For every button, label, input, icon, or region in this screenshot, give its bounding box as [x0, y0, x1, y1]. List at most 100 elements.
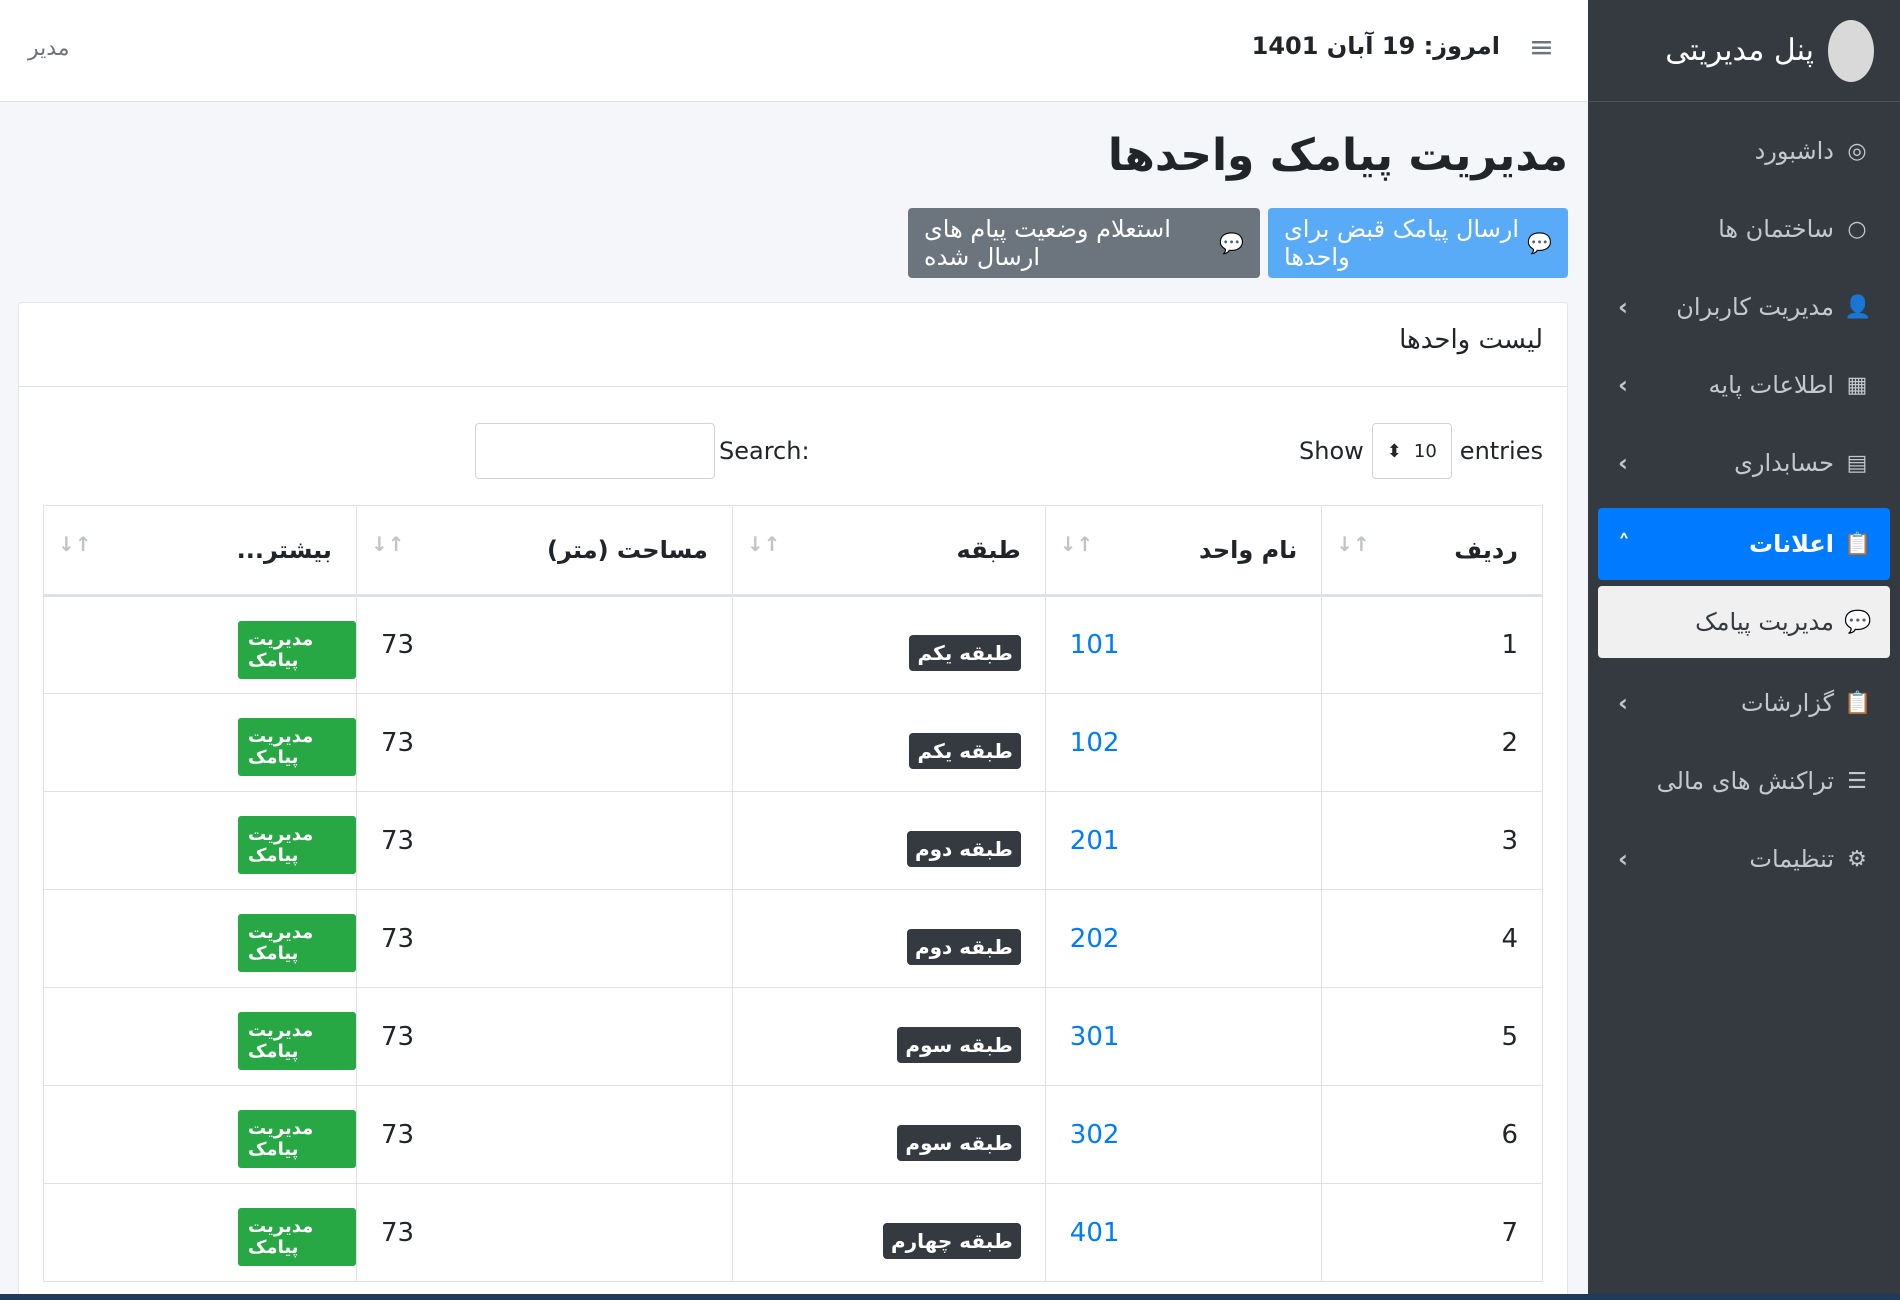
- search-label: Search:: [719, 437, 810, 465]
- area-cell: 73: [355, 1183, 733, 1282]
- unit-name-cell: 202: [1044, 889, 1323, 988]
- sort-icon: ↑↓: [746, 532, 781, 556]
- search-control: Search:: [475, 423, 810, 479]
- floor-badge: طبقه چهارم: [882, 1222, 1021, 1259]
- card-title: لیست واحدها: [1399, 325, 1543, 355]
- entries-value: 10: [1413, 440, 1437, 462]
- area-cell: 73: [355, 889, 733, 988]
- chevron-left-icon: ‹: [1618, 449, 1628, 477]
- sidebar-item-buildings[interactable]: ساختمان ها ○: [1588, 190, 1900, 268]
- user-icon: 👤: [1844, 294, 1872, 320]
- unit-link[interactable]: 101: [1070, 630, 1120, 660]
- table-row: 4 202 طبقه دوم 73 مدیریت پیامک: [43, 889, 1543, 988]
- unit-link[interactable]: 401: [1070, 1218, 1120, 1248]
- column-header-unit-name[interactable]: نام واحد ↑↓: [1044, 505, 1323, 597]
- header-label: طبقه: [956, 536, 1021, 564]
- sort-icon: ↑↓: [1059, 532, 1094, 556]
- unit-link[interactable]: 301: [1070, 1022, 1120, 1052]
- units-table: ردیف ↑↓ نام واحد ↑↓ طبقه ↑↓ مساحت (متر) ↑↓ ب…: [43, 505, 1543, 1282]
- send-bill-sms-button[interactable]: ارسال پیامک قبض برای واحدها 💬: [1268, 208, 1568, 278]
- table-row: 5 301 طبقه سوم 73 مدیریت پیامک: [43, 987, 1543, 1086]
- manage-sms-button[interactable]: مدیریت پیامک: [238, 1208, 356, 1266]
- entries-select[interactable]: ⬍ 10: [1371, 423, 1452, 479]
- sidebar-item-notifications[interactable]: ˄ اعلانات 📋: [1598, 508, 1890, 580]
- floor-cell: طبقه سوم: [731, 1085, 1046, 1184]
- table-row: 7 401 طبقه چهارم 73 مدیریت پیامک: [43, 1183, 1543, 1282]
- floor-cell: طبقه یکم: [731, 693, 1046, 792]
- more-cell: مدیریت پیامک: [43, 987, 357, 1086]
- row-number: 5: [1321, 987, 1543, 1086]
- column-header-area[interactable]: مساحت (متر) ↑↓: [355, 505, 733, 597]
- search-input[interactable]: [475, 423, 715, 479]
- area-cell: 73: [355, 791, 733, 890]
- page-title: مدیریت پیامک واحدها: [1107, 130, 1568, 181]
- floor-cell: طبقه سوم: [731, 987, 1046, 1086]
- sidebar-item-users[interactable]: ‹ مدیریت کاربران 👤: [1588, 268, 1900, 346]
- more-cell: مدیریت پیامک: [43, 693, 357, 792]
- manage-sms-button[interactable]: مدیریت پیامک: [238, 718, 356, 776]
- floor-badge: طبقه سوم: [897, 1026, 1021, 1063]
- sidebar-item-label: تراکنش های مالی: [1656, 767, 1834, 795]
- sidebar-item-label: اعلانات: [1749, 530, 1834, 558]
- unit-link[interactable]: 102: [1070, 728, 1120, 758]
- table-row: 6 302 طبقه سوم 73 مدیریت پیامک: [43, 1085, 1543, 1184]
- chevron-up-icon: ˄: [1618, 530, 1630, 558]
- sidebar-item-settings[interactable]: ‹ تنظیمات ⚙: [1588, 820, 1900, 898]
- sidebar-item-dashboard[interactable]: داشبورد ◎: [1588, 112, 1900, 190]
- sidebar-item-accounting[interactable]: ‹ حسابداری ▤: [1588, 424, 1900, 502]
- sms-status-inquiry-button[interactable]: استعلام وضعیت پیام های ارسال شده 💬: [908, 208, 1260, 278]
- sms-status-inquiry-label: استعلام وضعیت پیام های ارسال شده: [924, 215, 1171, 271]
- sidebar-item-label: حسابداری: [1734, 449, 1834, 477]
- sms-icon: 💬: [1219, 231, 1244, 255]
- table-controls: Show ⬍ 10 entries Search:: [19, 387, 1567, 505]
- header-label: نام واحد: [1199, 536, 1298, 564]
- sort-icon: ↑↓: [370, 532, 405, 556]
- main-content: مدیریت پیامک واحدها ارسال پیامک قبض برای…: [0, 102, 1588, 1300]
- row-number: 2: [1321, 693, 1543, 792]
- units-card: لیست واحدها Show ⬍ 10 entries Search: رد…: [18, 302, 1568, 1300]
- manage-sms-button[interactable]: مدیریت پیامک: [238, 914, 356, 972]
- floor-badge: طبقه دوم: [906, 830, 1021, 867]
- sidebar-item-label: مدیریت پیامک: [1695, 608, 1834, 636]
- sort-icon: ↑↓: [58, 532, 92, 556]
- chevron-left-icon: ‹: [1618, 845, 1628, 873]
- row-number: 4: [1321, 889, 1543, 988]
- table-row: 1 101 طبقه یکم 73 مدیریت پیامک: [43, 595, 1543, 694]
- sms-icon: 💬: [1527, 231, 1552, 255]
- manage-sms-button[interactable]: مدیریت پیامک: [238, 1110, 356, 1168]
- unit-link[interactable]: 302: [1070, 1120, 1120, 1150]
- table-row: 2 102 طبقه یکم 73 مدیریت پیامک: [43, 693, 1543, 792]
- floor-cell: طبقه دوم: [731, 791, 1046, 890]
- sidebar-subitem-sms-management[interactable]: مدیریت پیامک 💬: [1598, 586, 1890, 658]
- column-header-floor[interactable]: طبقه ↑↓: [731, 505, 1046, 597]
- brand[interactable]: پنل مدیریتی: [1588, 0, 1900, 102]
- manage-sms-button[interactable]: مدیریت پیامک: [238, 1012, 356, 1070]
- card-header: لیست واحدها: [19, 303, 1567, 387]
- column-header-more[interactable]: بیشتر... ↑↓: [43, 505, 357, 597]
- floor-badge: طبقه سوم: [897, 1124, 1021, 1161]
- area-cell: 73: [355, 1085, 733, 1184]
- floor-badge: طبقه یکم: [909, 635, 1021, 671]
- sort-arrows-icon: ⬍: [1386, 440, 1402, 462]
- sidebar-item-reports[interactable]: ‹ گزارشات 📋: [1588, 664, 1900, 742]
- column-header-row-number[interactable]: ردیف ↑↓: [1321, 505, 1543, 597]
- sidebar-item-base-info[interactable]: ‹ اطلاعات پایه ▦: [1588, 346, 1900, 424]
- more-cell: مدیریت پیامک: [43, 791, 357, 890]
- manage-sms-button[interactable]: مدیریت پیامک: [238, 816, 356, 874]
- table-row: 3 201 طبقه دوم 73 مدیریت پیامک: [43, 791, 1543, 890]
- sidebar-item-label: اطلاعات پایه: [1708, 371, 1834, 399]
- unit-link[interactable]: 201: [1070, 826, 1120, 856]
- floor-cell: طبقه دوم: [731, 889, 1046, 988]
- floor-cell: طبقه چهارم: [731, 1183, 1046, 1282]
- sidebar: پنل مدیریتی داشبورد ◎ ساختمان ها ○ ‹ مدی…: [1588, 0, 1900, 1300]
- manage-sms-button[interactable]: مدیریت پیامک: [238, 621, 356, 679]
- unit-name-cell: 301: [1044, 987, 1323, 1086]
- sidebar-item-transactions[interactable]: تراکنش های مالی ☰: [1588, 742, 1900, 820]
- sidebar-item-label: گزارشات: [1741, 689, 1834, 717]
- header-label: ردیف: [1454, 536, 1518, 564]
- user-name[interactable]: مدیر: [28, 36, 70, 61]
- bottom-edge: [0, 1294, 1900, 1300]
- unit-link[interactable]: 202: [1070, 924, 1120, 954]
- unit-name-cell: 102: [1044, 693, 1323, 792]
- hamburger-menu-icon[interactable]: ≡: [1529, 30, 1554, 65]
